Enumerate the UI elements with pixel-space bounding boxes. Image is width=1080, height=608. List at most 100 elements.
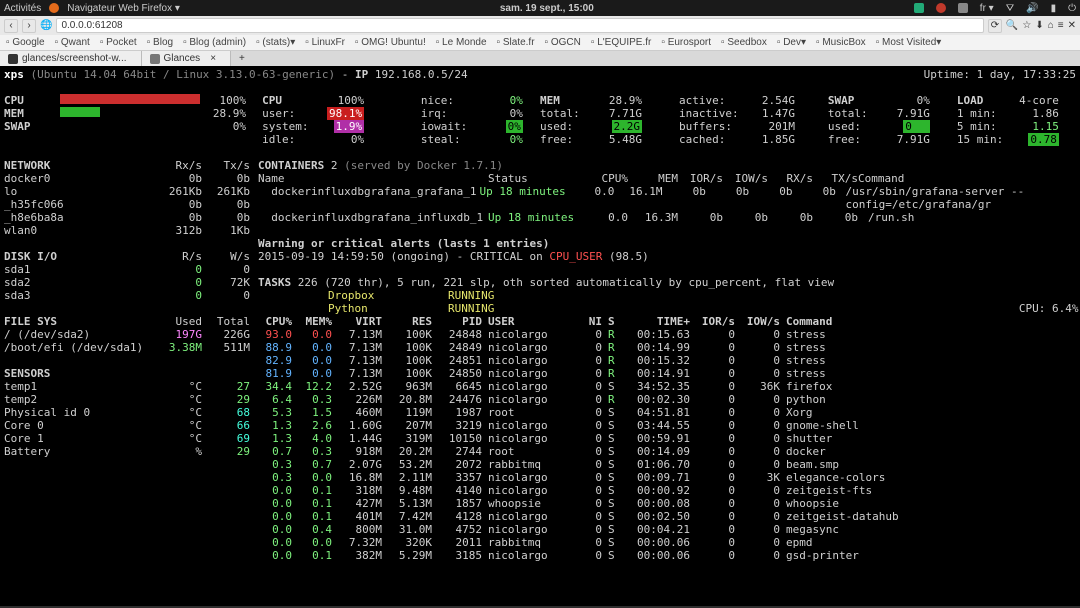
net-if: wlan0 <box>4 224 154 237</box>
process-row[interactable]: 0.00.1427M5.13M1857whoopsie0S00:00.0800w… <box>258 497 986 510</box>
process-row[interactable]: 81.90.07.13M100K24850nicolargo0R00:14.91… <box>258 367 986 380</box>
disk-dev: sda3 <box>4 289 154 302</box>
process-row[interactable]: 0.00.4800M31.0M4752nicolargo0S00:04.2100… <box>258 523 986 536</box>
cpu-header: CPU <box>262 94 318 107</box>
bookmark-item[interactable]: MusicBox <box>816 37 866 48</box>
menu-icon[interactable]: ≡ <box>1058 20 1064 31</box>
net-tx: 0b <box>202 198 250 211</box>
disk-w: 72K <box>202 276 250 289</box>
sensor-unit: °C <box>154 419 202 432</box>
disk-w: 0 <box>202 263 250 276</box>
disk-title: DISK I/O <box>4 250 154 263</box>
process-row[interactable]: 0.00.1318M9.48M4140nicolargo0S00:00.9200… <box>258 484 986 497</box>
bookmark-star-icon[interactable]: ☆ <box>1022 20 1031 31</box>
process-row[interactable]: 6.40.3226M20.8M24476nicolargo0R00:02.300… <box>258 393 986 406</box>
bookmark-item[interactable]: LinuxFr <box>305 37 345 48</box>
container-cpu: 0.0 <box>588 211 628 224</box>
app-menu[interactable]: Navigateur Web Firefox ▾ <box>67 3 180 14</box>
download-icon[interactable]: ⬇ <box>1035 20 1043 31</box>
process-row[interactable]: 0.00.1401M7.42M4128nicolargo0S00:02.5000… <box>258 510 986 523</box>
bookmark-item[interactable]: Qwant <box>55 37 90 48</box>
bookmark-item[interactable]: OGCN <box>545 37 581 48</box>
bookmark-item[interactable]: Seedbox <box>721 37 767 48</box>
fs-mount: /boot/efi (/dev/sda1) <box>4 341 154 354</box>
container-tx: 0b <box>813 211 858 224</box>
tasks-col-header: CPU% <box>258 315 298 328</box>
process-row[interactable]: 1.32.61.60G207M3219nicolargo0S03:44.5500… <box>258 419 986 432</box>
tray-icon-1[interactable] <box>914 3 924 13</box>
process-row[interactable]: 0.30.016.8M2.11M3357nicolargo0S00:09.710… <box>258 471 986 484</box>
sensor-val: 29 <box>202 393 250 406</box>
url-bar[interactable]: 0.0.0.0:61208 <box>56 18 983 33</box>
tab-1[interactable]: glances/screenshot-w... <box>0 51 142 66</box>
uptime: Uptime: 1 day, 17:33:25 <box>924 68 1076 81</box>
container-iow: 0b <box>706 185 749 211</box>
cpu-bar <box>60 94 200 104</box>
net-if: _h8e6ba8a <box>4 211 154 224</box>
process-row[interactable]: 82.90.07.13M100K24851nicolargo0R00:15.32… <box>258 354 986 367</box>
back-button[interactable]: ‹ <box>4 19 18 33</box>
process-row[interactable]: 1.34.01.44G319M10150nicolargo0S00:59.910… <box>258 432 986 445</box>
process-row[interactable]: 93.00.07.13M100K24848nicolargo0R00:15.63… <box>258 328 986 341</box>
close-window-icon[interactable]: ✕ <box>1068 20 1076 31</box>
bookmark-item[interactable]: Google <box>6 37 45 48</box>
container-tx: 0b <box>793 185 836 211</box>
process-row[interactable]: 5.31.5460M119M1987root0S04:51.8100Xorg <box>258 406 986 419</box>
github-icon <box>8 54 18 64</box>
alerts-title: Warning or critical alerts (lasts 1 entr… <box>258 237 549 250</box>
net-rx: 0b <box>154 172 202 185</box>
tray-icon-3[interactable] <box>958 3 968 13</box>
battery-icon[interactable]: ▮ <box>1051 3 1057 14</box>
firefox-app-icon <box>49 3 59 13</box>
sensor-unit: % <box>154 445 202 458</box>
bookmark-item[interactable]: OMG! Ubuntu! <box>355 37 426 48</box>
keyboard-lang[interactable]: fr ▾ <box>980 3 994 14</box>
activities-button[interactable]: Activités <box>4 3 41 14</box>
net-if: docker0 <box>4 172 154 185</box>
close-tab-icon[interactable]: × <box>210 53 216 64</box>
sensor-name: Core 1 <box>4 432 154 445</box>
bookmark-item[interactable]: Slate.fr <box>497 37 535 48</box>
cpu-pct: 100% <box>200 94 246 107</box>
containers-col-header: CPU% <box>588 172 628 185</box>
sensor-val: 69 <box>202 432 250 445</box>
mem-label: MEM <box>4 107 60 120</box>
net-if: lo <box>4 185 154 198</box>
process-row[interactable]: 0.70.3918M20.2M2744root0S00:14.0900docke… <box>258 445 986 458</box>
bookmark-item[interactable]: L'EQUIPE.fr <box>591 37 651 48</box>
containers-col-header: IOR/s <box>678 172 723 185</box>
swap-label: SWAP <box>4 120 60 133</box>
bookmark-item[interactable]: Eurosport <box>661 37 711 48</box>
tasks-col-header: S <box>608 315 626 328</box>
bookmark-item[interactable]: Le Monde <box>436 37 487 48</box>
mem-total: 7.71G <box>596 107 642 120</box>
reload-button[interactable]: ⟳ <box>988 19 1002 33</box>
net-tx: 261Kb <box>202 185 250 198</box>
wifi-icon[interactable]: ⛛ <box>1006 3 1014 14</box>
bookmark-item[interactable]: Dev▾ <box>777 37 806 48</box>
volume-icon[interactable]: 🔊 <box>1026 3 1038 14</box>
clock[interactable]: sam. 19 sept., 15:00 <box>180 3 914 14</box>
bookmark-item[interactable]: Pocket <box>100 37 137 48</box>
bookmark-item[interactable]: Most Visited▾ <box>876 37 942 48</box>
cpu-nice: 0% <box>477 94 523 107</box>
process-row[interactable]: 0.30.72.07G53.2M2072rabbitmq0S01:06.7000… <box>258 458 986 471</box>
tray-icon-2[interactable] <box>936 3 946 13</box>
forward-button[interactable]: › <box>22 19 36 33</box>
container-mem: 16.1M <box>614 185 662 211</box>
home-icon[interactable]: ⌂ <box>1048 20 1054 31</box>
bookmark-item[interactable]: (stats)▾ <box>256 37 295 48</box>
process-row[interactable]: 0.00.1382M5.29M3185nicolargo0S00:00.0600… <box>258 549 986 562</box>
bookmark-item[interactable]: Blog <box>147 37 173 48</box>
ip-label: IP <box>355 68 368 81</box>
search-icon[interactable]: 🔍 <box>1006 20 1018 31</box>
bookmark-item[interactable]: Blog (admin) <box>183 37 246 48</box>
power-icon[interactable]: ⏻ <box>1068 3 1076 14</box>
process-row[interactable]: 88.90.07.13M100K24849nicolargo0R00:14.99… <box>258 341 986 354</box>
process-row[interactable]: 0.00.07.32M320K2011rabbitmq0S00:00.0600e… <box>258 536 986 549</box>
new-tab-button[interactable]: + <box>231 51 253 66</box>
container-rx: 0b <box>749 185 792 211</box>
tab-2[interactable]: Glances× <box>142 51 232 66</box>
containers-col-header: Name <box>258 172 488 185</box>
process-row[interactable]: 34.412.22.52G963M6645nicolargo0S34:52.35… <box>258 380 986 393</box>
